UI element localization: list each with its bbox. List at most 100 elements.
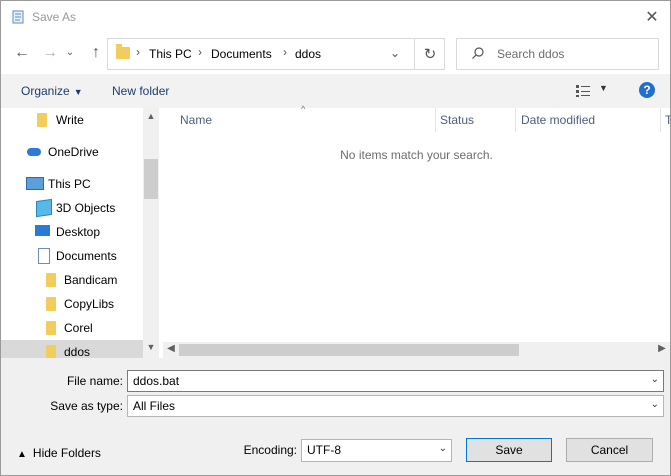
folder-icon — [37, 113, 47, 127]
save-as-type-select[interactable]: All Files ⌄ — [127, 395, 664, 417]
tree-item-3d-objects[interactable]: 3D Objects — [1, 196, 143, 220]
tree-item-copylibs[interactable]: CopyLibs — [1, 292, 143, 316]
file-list-scrollbar[interactable]: ◀ ▶ — [163, 342, 670, 358]
scroll-down-icon[interactable]: ▼ — [143, 342, 159, 358]
tree-item-write[interactable]: Write — [1, 108, 143, 132]
breadcrumb-documents[interactable]: Documents — [211, 47, 272, 61]
new-folder-button[interactable]: New folder — [112, 84, 169, 98]
save-as-type-value: All Files — [133, 399, 176, 413]
tree-item-corel[interactable]: Corel — [1, 316, 143, 340]
search-placeholder: Search ddos — [497, 47, 565, 61]
caret-down-icon[interactable]: ▼ — [599, 83, 608, 93]
computer-icon — [26, 177, 44, 190]
arrow-up-icon: ↑ — [92, 44, 100, 61]
column-header-name[interactable]: Name — [180, 113, 212, 127]
file-name-value: ddos.bat — [133, 374, 180, 388]
chevron-down-icon: ⌄ — [650, 399, 659, 410]
encoding-select[interactable]: UTF-8 ⌄ — [301, 439, 452, 462]
chevron-right-icon: › — [198, 45, 202, 59]
column-header-type[interactable]: T — [665, 113, 670, 127]
save-as-dialog: Save As ✕ ← → ⌄ ↑ › This PC › Documents … — [0, 0, 671, 476]
tree-item-this-pc[interactable]: This PC — [1, 172, 143, 196]
address-bar[interactable]: › This PC › Documents › ddos ⌄ ↻ — [107, 38, 445, 70]
address-dropdown-icon[interactable]: ⌄ — [390, 46, 400, 60]
search-icon — [472, 47, 484, 59]
document-icon — [38, 248, 50, 264]
cube-icon — [36, 198, 52, 218]
recent-locations-button[interactable]: ⌄ — [61, 44, 79, 62]
scroll-up-icon[interactable]: ▲ — [143, 111, 159, 127]
hide-folders-button[interactable]: ▲ Hide Folders — [17, 446, 101, 460]
column-header-status[interactable]: Status — [440, 113, 474, 127]
close-button[interactable]: ✕ — [642, 7, 662, 27]
scroll-right-icon[interactable]: ▶ — [654, 343, 670, 354]
search-box[interactable]: Search ddos — [456, 38, 659, 70]
command-bar: Organize ▼ New folder ▼ ? — [1, 74, 670, 108]
tree-item-label: Desktop — [56, 225, 101, 239]
tree-item-desktop[interactable]: Desktop — [1, 220, 143, 244]
column-divider[interactable] — [435, 108, 436, 132]
column-header-date-modified[interactable]: Date modified — [521, 113, 595, 127]
tree-item-label: This PC — [48, 177, 91, 191]
chevron-down-icon: ⌄ — [65, 47, 75, 58]
scrollbar-thumb[interactable] — [144, 159, 158, 199]
save-form: File name: ddos.bat ⌄ Save as type: All … — [1, 358, 670, 475]
folder-icon — [116, 44, 130, 59]
cloud-icon — [27, 148, 41, 156]
scroll-left-icon[interactable]: ◀ — [163, 343, 179, 354]
folder-icon — [46, 297, 56, 311]
hide-folders-label: Hide Folders — [32, 446, 101, 460]
chevron-down-icon[interactable]: ⌄ — [651, 374, 659, 385]
help-button[interactable]: ? — [639, 82, 655, 98]
desktop-icon — [35, 225, 50, 236]
breadcrumb-ddos[interactable]: ddos — [295, 47, 321, 61]
tree-item-label: Corel — [64, 321, 93, 335]
encoding-label: Encoding: — [243, 443, 297, 457]
tree-item-label: CopyLibs — [64, 297, 115, 311]
refresh-icon: ↻ — [423, 46, 437, 63]
tree-item-bandicam[interactable]: Bandicam — [1, 268, 143, 292]
file-name-field[interactable]: ddos.bat ⌄ — [127, 370, 664, 392]
window-title: Save As — [32, 10, 77, 24]
close-icon: ✕ — [645, 9, 659, 26]
breadcrumb-this-pc[interactable]: This PC — [149, 47, 192, 61]
up-button[interactable]: ↑ — [87, 44, 105, 62]
file-name-label: File name: — [66, 374, 123, 388]
chevron-right-icon: › — [283, 45, 287, 59]
view-options-icon[interactable] — [575, 84, 591, 98]
notepad-icon — [12, 10, 24, 24]
empty-message: No items match your search. — [340, 148, 493, 162]
column-divider[interactable] — [660, 108, 661, 132]
help-icon: ? — [643, 83, 651, 97]
arrow-right-icon: → — [42, 44, 58, 61]
back-button[interactable]: ← — [13, 44, 31, 62]
organize-label: Organize — [21, 84, 70, 98]
nav-pane-scrollbar[interactable]: ▲ ▼ — [143, 108, 159, 358]
caret-down-icon: ▼ — [73, 87, 83, 97]
tree-item-label: ddos — [64, 345, 91, 359]
tree-item-onedrive[interactable]: OneDrive — [1, 140, 143, 164]
file-list: ^ Name Status Date modified T No items m… — [163, 104, 670, 358]
title-bar: Save As ✕ — [1, 1, 670, 33]
chevron-down-icon: ⌄ — [438, 443, 447, 454]
tree-item-label: Bandicam — [64, 273, 118, 287]
column-divider[interactable] — [515, 108, 516, 132]
tree-item-documents[interactable]: Documents — [1, 244, 143, 268]
organize-button[interactable]: Organize ▼ — [21, 84, 83, 98]
tree-item-label: 3D Objects — [56, 201, 116, 215]
folder-icon — [46, 321, 56, 335]
chevron-right-icon: › — [136, 45, 140, 59]
folder-icon — [46, 345, 56, 359]
navigation-row: ← → ⌄ ↑ › This PC › Documents › ddos ⌄ ↻… — [1, 37, 670, 71]
chevron-up-icon: ▲ — [17, 449, 27, 460]
tree-item-label: Documents — [56, 249, 117, 263]
encoding-value: UTF-8 — [307, 443, 341, 457]
cancel-button[interactable]: Cancel — [566, 438, 653, 462]
sort-ascending-icon: ^ — [301, 104, 306, 114]
tree-item-label: Write — [56, 113, 84, 127]
refresh-button[interactable]: ↻ — [414, 39, 445, 69]
save-as-type-label: Save as type: — [50, 399, 123, 413]
scrollbar-thumb[interactable] — [179, 344, 519, 356]
forward-button[interactable]: → — [41, 44, 59, 62]
save-button[interactable]: Save — [466, 438, 552, 462]
